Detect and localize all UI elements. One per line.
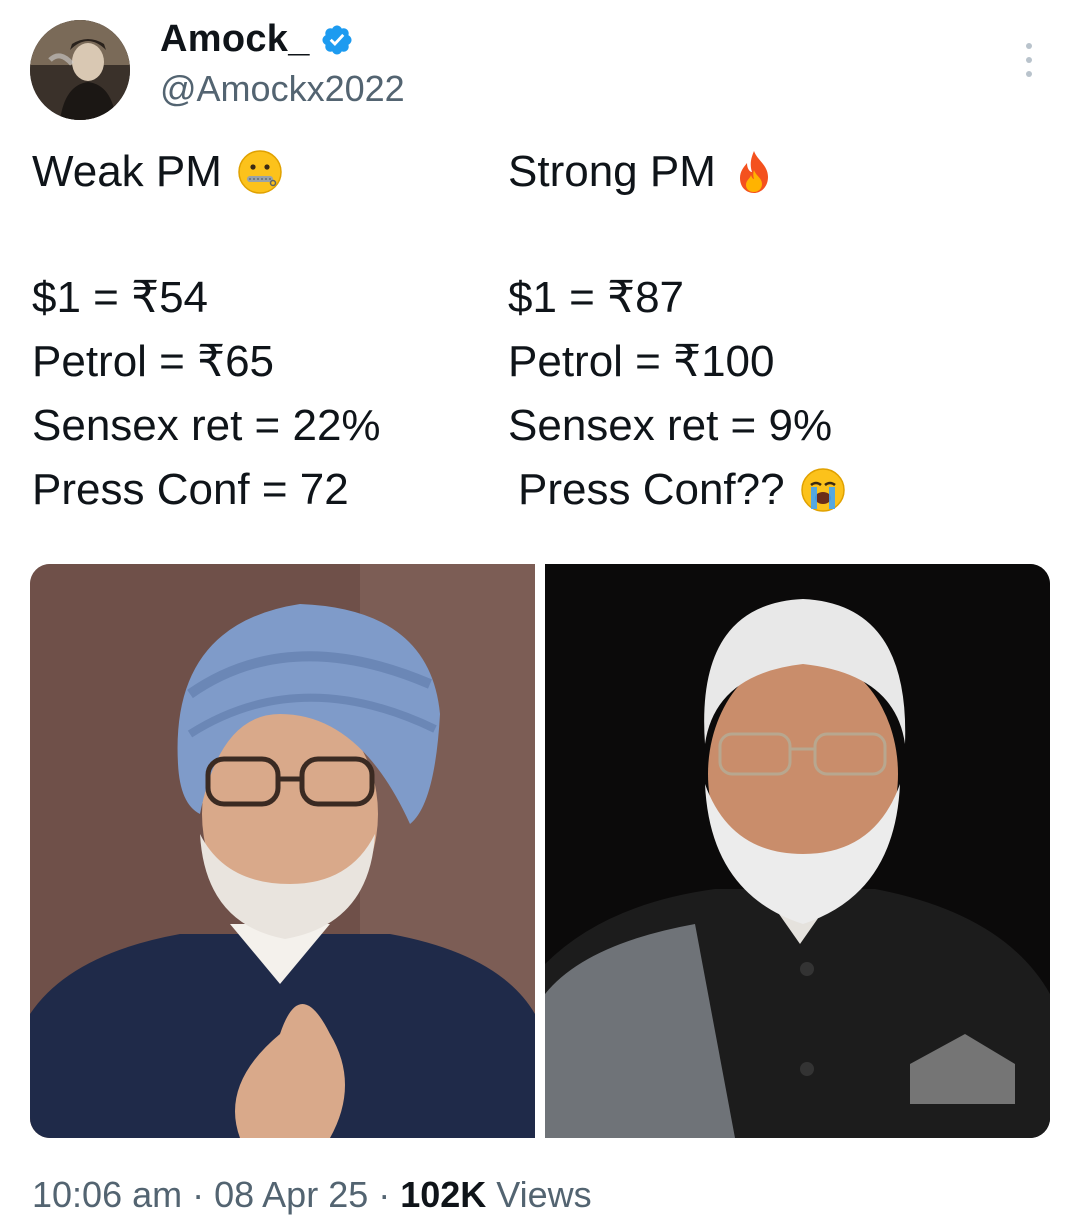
loudly-crying-face-icon xyxy=(800,468,845,512)
left-line-1: $1 = ₹54 xyxy=(32,273,209,322)
tweet-text-right: Strong PM $1 = ₹87 Petrol = ₹100 Sensex … xyxy=(508,140,847,522)
right-line-2: Petrol = ₹100 xyxy=(508,337,775,386)
tweet-meta: 10:06 am · 08 Apr 25 · 102K Views xyxy=(32,1174,592,1216)
avatar[interactable] xyxy=(30,20,130,120)
more-options-icon[interactable] xyxy=(1018,40,1040,80)
left-line-4: Press Conf = 72 xyxy=(32,465,349,514)
verified-badge-icon[interactable] xyxy=(320,23,354,57)
zipper-mouth-face-icon xyxy=(238,150,282,194)
avatar-image xyxy=(30,20,130,120)
display-name[interactable]: Amock_ xyxy=(160,18,310,61)
left-heading: Weak PM xyxy=(32,140,381,204)
views-count[interactable]: 102K xyxy=(400,1174,486,1215)
views-label: Views xyxy=(486,1174,592,1215)
right-line-3: Sensex ret = 9% xyxy=(508,401,833,450)
tweet-date[interactable]: 08 Apr 25 xyxy=(214,1174,368,1215)
author-handle[interactable]: @Amockx2022 xyxy=(160,68,405,110)
photo-left-image xyxy=(30,564,535,1138)
left-line-3: Sensex ret = 22% xyxy=(32,401,381,450)
photo-right[interactable] xyxy=(545,564,1050,1138)
tweet-text-left: Weak PM $1 = ₹54 Petrol = ₹65 Sensex ret… xyxy=(32,140,381,522)
right-line-1: $1 = ₹87 xyxy=(508,273,685,322)
meta-separator: · xyxy=(182,1174,215,1215)
photo-left[interactable] xyxy=(30,564,535,1138)
author-name-row[interactable]: Amock_ xyxy=(160,18,354,61)
right-line-4: Press Conf?? xyxy=(508,458,847,522)
fire-icon xyxy=(739,151,768,193)
meta-separator: · xyxy=(368,1174,401,1215)
left-line-2: Petrol = ₹65 xyxy=(32,337,275,386)
tweet-time[interactable]: 10:06 am xyxy=(32,1174,182,1215)
photo-right-image xyxy=(545,564,1050,1138)
right-heading: Strong PM xyxy=(508,140,847,204)
